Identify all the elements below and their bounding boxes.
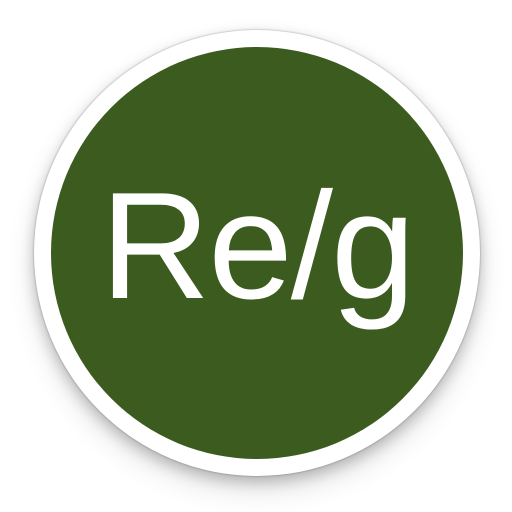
app-icon[interactable]: Re/g bbox=[0, 0, 512, 512]
icon-label: Re/g bbox=[100, 161, 415, 331]
icon-green-disc: Re/g bbox=[51, 47, 463, 459]
